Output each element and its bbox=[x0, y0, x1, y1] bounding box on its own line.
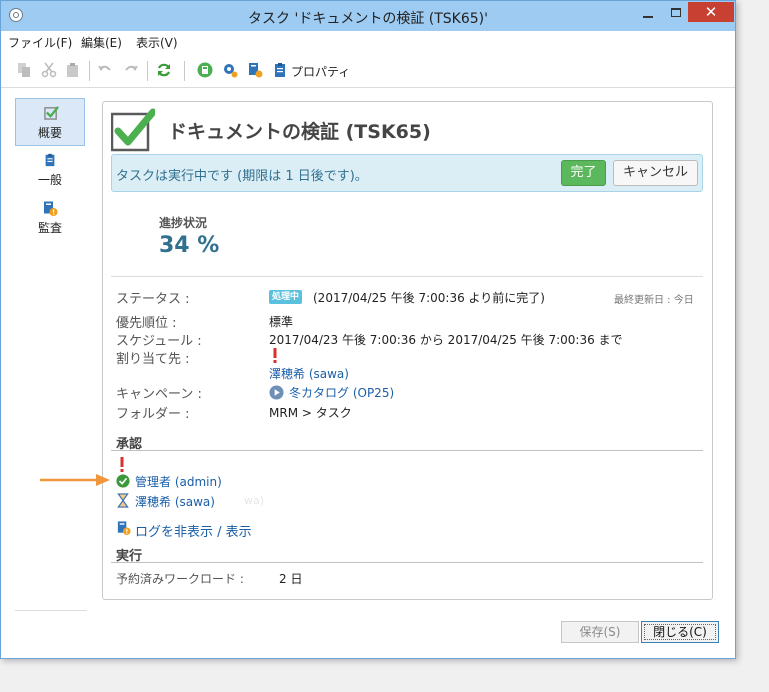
status-text: (2017/04/25 午後 7:00:36 より前に完了) bbox=[313, 291, 545, 305]
sidebar-item-label: 一般 bbox=[37, 173, 62, 187]
approver-sawa-link[interactable]: 澤穂希 (sawa) bbox=[135, 493, 215, 510]
menu-view[interactable]: 表示(V) bbox=[136, 34, 178, 51]
schedule-label: スケジュール : bbox=[116, 334, 202, 349]
properties-label[interactable]: プロパティ bbox=[291, 63, 350, 80]
sidebar-item-audit[interactable]: 監査 bbox=[15, 194, 85, 242]
refresh-icon[interactable] bbox=[156, 62, 172, 78]
cut-icon[interactable] bbox=[41, 62, 57, 78]
pointer-arrow bbox=[40, 474, 110, 486]
assignee-link[interactable]: 澤穂希 (sawa) bbox=[269, 365, 349, 382]
cancel-button[interactable]: キャンセル bbox=[613, 160, 698, 186]
sidebar: 概要 一般 監査 bbox=[15, 96, 87, 614]
section-divider bbox=[111, 562, 703, 563]
calculator-icon[interactable] bbox=[197, 62, 213, 78]
sidebar-item-label: 監査 bbox=[37, 221, 62, 235]
log-toggle-link[interactable]: ログを非表示 / 表示 bbox=[135, 521, 252, 540]
assignee-label: 割り当て先 : bbox=[116, 352, 190, 367]
save-button[interactable]: 保存(S) bbox=[561, 621, 639, 643]
page-title: ドキュメントの検証 (TSK65) bbox=[168, 121, 431, 143]
last-updated: 最終更新日 : 今日 bbox=[614, 295, 694, 306]
sidebar-item-overview[interactable]: 概要 bbox=[15, 98, 85, 146]
maximize-button[interactable] bbox=[663, 5, 689, 23]
section-divider bbox=[111, 450, 703, 451]
warning-exclamation-icon bbox=[273, 348, 277, 363]
sidebar-item-label: 概要 bbox=[37, 126, 62, 140]
sidebar-item-general[interactable]: 一般 bbox=[15, 146, 85, 194]
toolbar-separator bbox=[89, 61, 90, 81]
workload-value: 2 日 bbox=[279, 572, 303, 586]
divider bbox=[111, 276, 703, 277]
redo-icon[interactable] bbox=[123, 62, 139, 78]
campaign-link[interactable]: 冬カタログ (OP25) bbox=[289, 384, 394, 401]
window-title: タスク 'ドキュメントの検証 (TSK65)' bbox=[248, 11, 488, 27]
undo-icon[interactable] bbox=[97, 62, 113, 78]
schedule-value: 2017/04/23 午後 7:00:36 から 2017/04/25 午後 7… bbox=[269, 333, 623, 347]
close-window-button[interactable]: ✕ bbox=[688, 2, 734, 22]
menu-edit[interactable]: 編集(E) bbox=[81, 34, 122, 51]
paste-icon[interactable] bbox=[65, 62, 81, 78]
faded-tooltip-text: wa) bbox=[244, 494, 265, 507]
clipboard-icon bbox=[45, 153, 55, 167]
audit-icon bbox=[44, 201, 58, 216]
task-checkbox-icon bbox=[111, 108, 155, 152]
task-flag-icon[interactable] bbox=[247, 62, 263, 78]
play-circle-icon bbox=[269, 385, 284, 400]
status-info-text: タスクは実行中です (期限は 1 日後です)。 bbox=[116, 169, 368, 184]
status-label: ステータス : bbox=[116, 292, 190, 307]
minimize-button[interactable] bbox=[635, 5, 661, 23]
campaign-label: キャンペーン : bbox=[116, 387, 202, 402]
progress-value: 34 % bbox=[159, 233, 220, 258]
menu-bar: ファイル(F) 編集(E) 表示(V) bbox=[1, 31, 735, 53]
approver-admin-link[interactable]: 管理者 (admin) bbox=[135, 473, 222, 490]
toolbar-separator bbox=[184, 61, 185, 81]
close-button[interactable]: 閉じる(C) bbox=[641, 621, 719, 643]
sidebar-divider bbox=[15, 610, 87, 611]
settings-gear-icon[interactable] bbox=[222, 62, 238, 78]
status-badge: 処理中 bbox=[269, 290, 303, 304]
checkbox-icon bbox=[44, 106, 59, 120]
workload-label: 予約済みワークロード : bbox=[116, 572, 244, 586]
done-button[interactable]: 完了 bbox=[561, 160, 606, 186]
approved-check-icon bbox=[116, 474, 130, 488]
priority-value: 標準 bbox=[269, 315, 294, 329]
log-icon bbox=[117, 521, 131, 536]
folder-label: フォルダー : bbox=[116, 407, 190, 422]
title-bar: タスク 'ドキュメントの検証 (TSK65)' ✕ bbox=[1, 1, 735, 31]
folder-value: MRM > タスク bbox=[269, 406, 352, 420]
toolbar-separator bbox=[147, 61, 148, 81]
clipboard-icon[interactable] bbox=[272, 62, 288, 78]
toolbar: プロパティ bbox=[1, 53, 735, 88]
menu-file[interactable]: ファイル(F) bbox=[8, 34, 72, 51]
priority-label: 優先順位 : bbox=[116, 316, 177, 331]
copy-icon[interactable] bbox=[16, 62, 32, 78]
hourglass-icon bbox=[117, 493, 129, 508]
progress-label: 進捗状況 bbox=[159, 216, 208, 230]
warning-exclamation-icon bbox=[120, 457, 124, 472]
